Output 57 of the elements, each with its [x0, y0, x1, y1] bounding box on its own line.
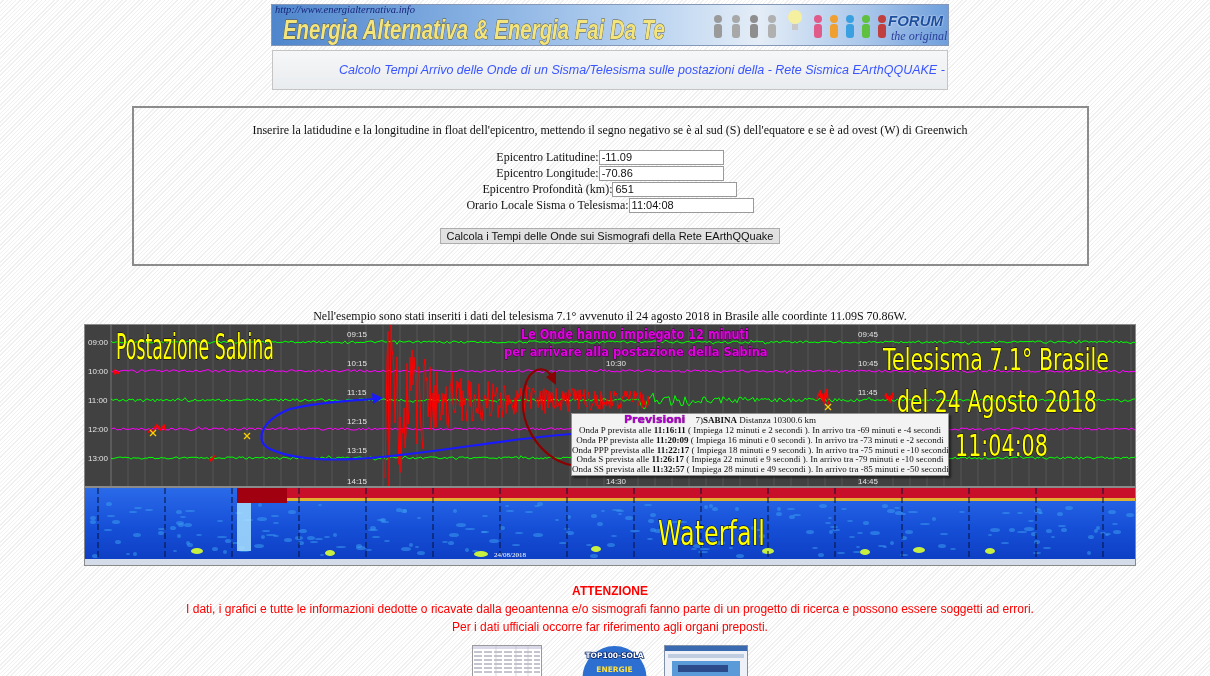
- page-subtitle: Calcolo Tempi Arrivo delle Onde di un Sisma/Telesisma sulle postazioni della - Rete Sismica EArthQQUAKE -: [339, 63, 945, 77]
- text-field[interactable]: 11:04:08: [628, 197, 754, 213]
- instruction-text: Inserire la latidudine e la longitudine in float dell'epicentro, mettendo il segno negativo se è al sud (S) dell'equatore e se è ad ovest (W) di Greenwich: [251, 123, 969, 137]
- x-marker-icon: [149, 429, 157, 437]
- time-mark-label: 13:15: [347, 446, 368, 455]
- x-marker-icon: [824, 403, 832, 411]
- time-mark-label: 12:15: [347, 417, 368, 426]
- row-time-label: 11:00: [88, 396, 108, 405]
- time-mark-label: 10:45: [858, 359, 879, 368]
- forum-subtitle: the original: [891, 30, 948, 43]
- forecast-line: Onda P prevista alle 11:16:11 ( Impiega 12 minuti e 2 secondi ). In arrivo tra -69 minuti e -4 secondi: [578, 426, 942, 436]
- time-mark-label: 14:15: [347, 477, 368, 486]
- notice-title: ATTENZIONE: [572, 583, 648, 600]
- forecast-title: Previsioni: [624, 414, 686, 426]
- x-marker-icon: [243, 432, 251, 440]
- time-mark-label: 14:30: [606, 477, 627, 486]
- forecast-line: Onda PP prevista alle 11:20:09 ( Impiega 16 minuti e 0 secondi ). In arrivo tra -73 minuti e -2 secondi: [575, 435, 945, 446]
- row-time-label: 12:00: [88, 425, 109, 434]
- signal-spike: [884, 391, 894, 404]
- event-title: Telesisma 7.1° Brasile: [883, 341, 1109, 378]
- forecast-line: Onda S prevista alle 11:26:17 ( Impiega 22 minuti e 9 secondi ). In arrivo tra -79 minuti e -10 secondi: [575, 455, 945, 466]
- time-mark-label: 10:15: [347, 359, 368, 368]
- time-mark-label: 09:45: [858, 330, 879, 339]
- forecast-line: Onda PPP prevista alle 11:22:17 ( Impiega 18 minuti e 9 secondi ). In arrivo tra -75 minuti e -10 secondi: [572, 445, 948, 456]
- signal-spike: [112, 368, 120, 375]
- field-label: Epicentro Longitude:: [496, 166, 599, 180]
- time-mark-label: 11:15: [347, 388, 367, 397]
- banner-url: http://www.energialternativa.info: [275, 5, 415, 15]
- forecast-line: Onda SS prevista alle 11:32:57 ( Impiega 28 minuti e 49 secondi ). In arrivo tra -85 minuti e -50 secondi: [572, 465, 948, 475]
- field-label: Epicentro Profondità (km):: [482, 182, 613, 196]
- forum-title: FORUM: [888, 13, 943, 29]
- signal-spike: [816, 388, 830, 407]
- example-note: Nell'esempio sono stati inseriti i dati del telesisma 7.1° avvenuto il 24 agosto 2018 in Brasile alle coordinte 11.09S 70.86W.: [313, 309, 907, 323]
- signal-spike: [147, 422, 166, 434]
- row-time-label: 09:00: [88, 338, 109, 347]
- time-mark-label: 09:15: [347, 330, 368, 339]
- notice-text: I dati, i grafici e tutte le informazioni dedotte o ricavate dalla geoantenna e/o sismografi fanno parte di un progetto di ricerca e possono essere soggetti ad errori.: [186, 601, 1034, 618]
- time-mark-label: 14:45: [858, 477, 879, 486]
- calculate-button[interactable]: Calcola i Tempi delle Onde sui Sismografi della Rete EArthQQuake: [439, 228, 781, 244]
- time-mark-label: 11:45: [858, 388, 878, 397]
- text-field[interactable]: 651: [612, 181, 738, 197]
- annotation-text: Le Onde hanno impiegato 12 minuti: [521, 325, 749, 343]
- text-field[interactable]: -11.09: [598, 149, 724, 165]
- text-field[interactable]: -70.86: [598, 165, 724, 181]
- station-distance: 7)SABINA Distanza 10300.6 km: [695, 414, 816, 426]
- annotation-text: per arrivare alla postazione della Sabina: [504, 344, 768, 360]
- time-mark-label: 10:30: [606, 359, 627, 368]
- waterfall-title: Waterfall: [658, 513, 765, 554]
- row-time-label: 13:00: [88, 454, 109, 463]
- signal-spike: [208, 455, 216, 462]
- field-label: Orario Locale Sisma o Telesisma:: [466, 198, 629, 212]
- row-time-label: 10:00: [88, 367, 109, 376]
- banner-title: Energia Alternativa & Energia Fai Da Te: [283, 14, 665, 45]
- event-title: 11:04:08: [955, 427, 1048, 464]
- notice-text: Per i dati ufficiali occorre far riferimento agli organi preposti.: [452, 619, 768, 636]
- table-thumbnail: [472, 645, 542, 676]
- field-label: Epicentro Latitudine:: [496, 150, 599, 164]
